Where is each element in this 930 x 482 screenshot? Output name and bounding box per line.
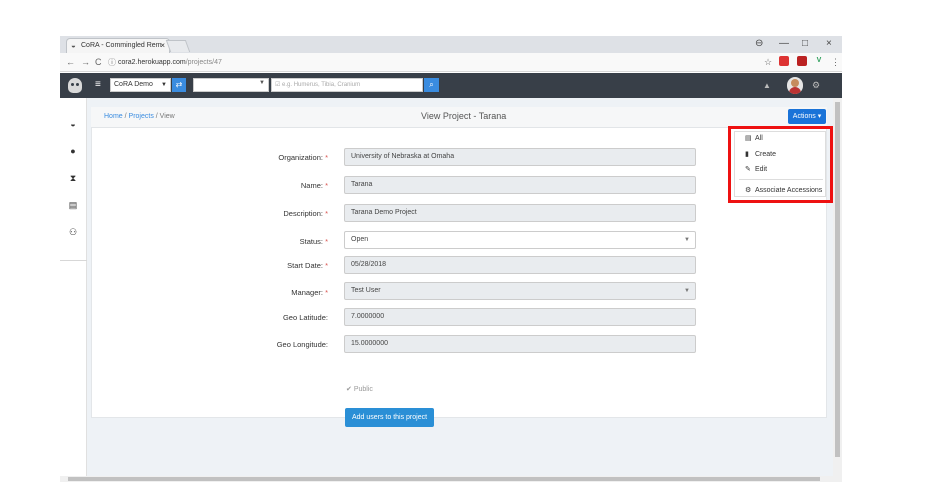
main-content: Home / Projects / View View Project - Ta… <box>87 98 833 476</box>
organization-select-value: CoRA Demo <box>114 81 153 88</box>
chevron-down-icon: ▼ <box>259 80 265 86</box>
chevron-down-icon: ▼ <box>684 288 690 294</box>
url-host: cora2.herokuapp.com <box>118 59 186 66</box>
caret-down-icon: ▾ <box>817 113 822 120</box>
breadcrumb-home[interactable]: Home <box>104 113 123 120</box>
chevron-down-icon: ▼ <box>161 82 167 88</box>
minimize-button[interactable]: — <box>779 38 789 50</box>
status-label: Status: * <box>299 237 328 246</box>
page-header: Home / Projects / View View Project - Ta… <box>91 107 827 128</box>
browser-menu-icon[interactable]: ⋮ <box>831 56 840 68</box>
sidebar-divider <box>60 260 87 261</box>
add-users-button[interactable]: Add users to this project <box>345 408 434 427</box>
sidebar-item-reports[interactable]: ▤ <box>67 200 79 210</box>
start-date-field[interactable]: 05/28/2018 <box>344 256 696 274</box>
sidebar-item-pairing[interactable]: ⧗ <box>67 173 79 183</box>
project-form-panel: Organization: * University of Nebraska a… <box>91 128 827 427</box>
reload-button[interactable]: C <box>95 56 102 68</box>
browser-tab[interactable]: ◒ CoRA - Commingled Rem × <box>66 38 170 53</box>
back-button[interactable]: ← <box>66 56 75 68</box>
breadcrumb: Home / Projects / View <box>104 113 175 120</box>
maximize-button[interactable]: □ <box>802 38 808 50</box>
organization-field[interactable]: University of Nebraska at Omaha <box>344 148 696 166</box>
favicon-icon: ◒ <box>71 41 76 50</box>
description-label: Description: * <box>283 209 328 218</box>
scroll-thumb[interactable] <box>68 477 820 481</box>
public-label: Public <box>353 386 373 393</box>
scroll-thumb[interactable] <box>835 102 840 457</box>
organization-select[interactable]: CoRA Demo ▼ <box>110 78 171 92</box>
sidebar-item-specimens[interactable]: ● <box>67 146 79 156</box>
hamburger-menu-icon[interactable]: ≡ <box>95 80 101 90</box>
breadcrumb-current: View <box>159 113 175 120</box>
name-field[interactable]: Tarana <box>344 176 696 194</box>
swap-button[interactable]: ⇄ <box>172 78 186 92</box>
geo-longitude-field[interactable]: 15.0000000 <box>344 335 696 353</box>
browser-window: ◒ CoRA - Commingled Rem × ⊖ — □ × ← → C … <box>60 36 842 482</box>
horizontal-scrollbar[interactable] <box>60 476 842 482</box>
url-field[interactable]: ⓘ cora2.herokuapp.com/projects/47 <box>106 56 756 69</box>
sidebar-item-users[interactable]: ⚇ <box>67 227 79 237</box>
pdf-extension-icon[interactable] <box>797 56 807 66</box>
left-sidebar: ◒ ● ⧗ ▤ ⚇ <box>60 98 87 476</box>
description-field[interactable]: Tarana Demo Project <box>344 204 696 222</box>
manager-select[interactable]: Test User ▼ <box>344 282 696 300</box>
close-window-button[interactable]: × <box>826 38 832 50</box>
search-icon: ⌕ <box>429 80 434 89</box>
new-tab-button[interactable] <box>165 40 191 52</box>
address-bar: ← → C ⓘ cora2.herokuapp.com/projects/47 … <box>60 53 842 72</box>
search-input[interactable]: ☑ e.g. Humerus, Tibia, Cranium <box>271 78 423 92</box>
adblock-extension-icon[interactable] <box>779 56 789 66</box>
vertical-scrollbar[interactable] <box>833 98 842 476</box>
geo-longitude-label: Geo Longitude: <box>276 340 328 349</box>
name-label: Name: * <box>300 181 328 190</box>
public-checkbox[interactable]: ✔ Public <box>346 385 373 393</box>
bell-icon[interactable]: ▲ <box>763 81 771 90</box>
account-icon[interactable]: ⊖ <box>755 38 763 50</box>
geo-latitude-label: Geo Latitude: <box>282 313 328 322</box>
checkmark-icon: ✔ <box>346 386 352 393</box>
page-title: View Project - Tarana <box>421 111 507 121</box>
url-path: /projects/47 <box>185 59 222 66</box>
geo-latitude-field[interactable]: 7.0000000 <box>344 308 696 326</box>
actions-button[interactable]: Actions ▾ <box>788 109 826 124</box>
vue-extension-icon[interactable]: V <box>814 56 824 66</box>
tab-title: CoRA - Commingled Rem <box>81 42 162 49</box>
start-date-label: Start Date: * <box>287 261 328 270</box>
status-select[interactable]: Open ▼ <box>344 231 696 249</box>
app-navbar: ≡ CoRA Demo ▼ ⇄ ▼ ☑ e.g. Humerus, Tibia,… <box>60 73 842 98</box>
search-button[interactable]: ⌕ <box>424 78 439 92</box>
bookmark-star-icon[interactable]: ☆ <box>764 56 772 68</box>
info-icon[interactable]: ⓘ <box>108 56 116 69</box>
skull-logo-icon[interactable] <box>68 78 82 93</box>
settings-cogs-icon[interactable]: ⚙ <box>812 80 820 90</box>
organization-label: Organization: * <box>278 153 328 162</box>
chevron-down-icon: ▼ <box>684 237 690 243</box>
sidebar-item-dashboard[interactable]: ◒ <box>67 119 79 129</box>
tab-close-button[interactable]: × <box>160 39 165 52</box>
forward-button[interactable]: → <box>81 56 90 68</box>
avatar[interactable] <box>787 77 803 94</box>
title-bar: ◒ CoRA - Commingled Rem × ⊖ — □ × <box>60 36 842 53</box>
breadcrumb-projects[interactable]: Projects <box>129 113 154 120</box>
manager-label: Manager: * <box>291 288 328 297</box>
highlight-box <box>728 126 833 203</box>
search-type-select[interactable]: ▼ <box>193 78 269 92</box>
